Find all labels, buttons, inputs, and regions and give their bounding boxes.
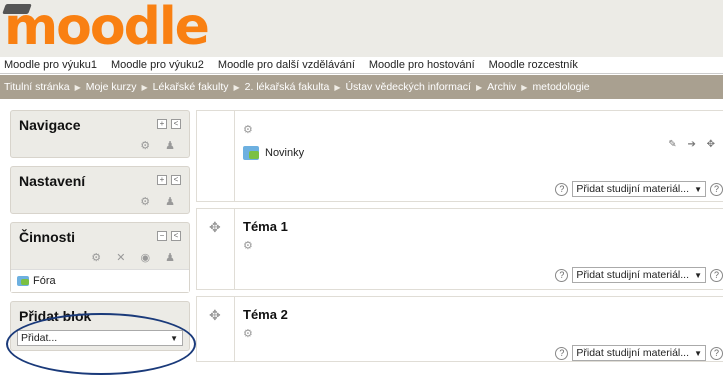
breadcrumb-item[interactable]: Archiv	[487, 81, 516, 93]
block-edit-icons[interactable]: ⚙ ✕ ◉ ♟	[11, 251, 189, 269]
activity-link-fora[interactable]: Fóra	[11, 269, 189, 292]
forum-icon	[243, 146, 259, 160]
block-nastaveni: Nastavení + < ⚙ ♟	[10, 166, 190, 214]
course-content: ⚙ Novinky ✎ ➔ ✥ ? Přidat studijní materi…	[196, 110, 723, 368]
dock-icon[interactable]: <	[171, 231, 181, 241]
section-2: ✥ Téma 2 ⚙ ? Přidat studijní materiál...…	[196, 296, 723, 362]
move-icon[interactable]: ✥	[209, 307, 221, 324]
dock-icon[interactable]: <	[171, 175, 181, 185]
section-gutter	[197, 111, 235, 201]
activity-label: Novinky	[265, 147, 305, 159]
expand-icon[interactable]: +	[157, 119, 167, 129]
menu-item[interactable]: Moodle rozcestník	[489, 59, 578, 71]
select-value: Přidat studijní materiál...	[576, 347, 689, 359]
dock-icon[interactable]: <	[171, 119, 181, 129]
section-title: Téma 2	[243, 307, 288, 322]
breadcrumb-separator-icon: ▶	[74, 82, 81, 92]
breadcrumb-item[interactable]: Titulní stránka	[4, 81, 70, 93]
add-resource-select[interactable]: Přidat studijní materiál... ▼	[572, 181, 706, 197]
chevron-down-icon: ▼	[694, 348, 702, 358]
breadcrumb-separator-icon: ▶	[334, 82, 341, 92]
forum-icon	[17, 276, 29, 286]
collapse-icon[interactable]: −	[157, 231, 167, 241]
breadcrumb-item[interactable]: Ústav vědeckých informací	[345, 81, 470, 93]
gear-icon[interactable]: ⚙	[243, 327, 253, 340]
section-gutter: ✥	[197, 297, 235, 361]
menu-item[interactable]: Moodle pro výuku1	[4, 59, 97, 71]
breadcrumb-item[interactable]: Moje kurzy	[86, 81, 137, 93]
add-resource-control: ? Přidat studijní materiál... ▼ ?	[555, 181, 723, 197]
breadcrumb-item[interactable]: Lékařské fakulty	[153, 81, 229, 93]
activity-novinky[interactable]: Novinky	[243, 146, 304, 160]
breadcrumb-separator-icon: ▶	[475, 82, 483, 92]
help-icon[interactable]: ?	[710, 182, 723, 196]
activity-label: Fóra	[33, 275, 56, 287]
breadcrumb-item[interactable]: metodologie	[532, 81, 589, 93]
section-1: ✥ Téma 1 ⚙ ? Přidat studijní materiál...…	[196, 208, 723, 290]
add-resource-control: ? Přidat studijní materiál... ▼ ?	[555, 267, 723, 283]
chevron-down-icon: ▼	[694, 270, 702, 280]
select-value: Přidat studijní materiál...	[576, 183, 689, 195]
menu-item[interactable]: Moodle pro hostování	[369, 59, 475, 71]
breadcrumb-separator-icon: ▶	[521, 82, 528, 92]
help-icon[interactable]: ?	[710, 346, 723, 360]
block-edit-icons[interactable]: ⚙ ♟	[11, 139, 189, 157]
gear-icon[interactable]: ⚙	[243, 123, 253, 136]
add-resource-select[interactable]: Přidat studijní materiál... ▼	[572, 345, 706, 361]
block-edit-icons[interactable]: ⚙ ♟	[11, 195, 189, 213]
breadcrumb-separator-icon: ▶	[233, 82, 240, 92]
breadcrumb-item[interactable]: 2. lékařská fakulta	[245, 81, 330, 93]
section-0: ⚙ Novinky ✎ ➔ ✥ ? Přidat studijní materi…	[196, 110, 723, 202]
section-title: Téma 1	[243, 219, 288, 234]
breadcrumb: Titulní stránka ▶ Moje kurzy ▶ Lékařské fa…	[0, 75, 723, 99]
add-resource-select[interactable]: Přidat studijní materiál... ▼	[572, 267, 706, 283]
custom-menu: Moodle pro výuku1 Moodle pro výuku2 Mood…	[0, 57, 723, 74]
add-resource-control: ? Přidat studijní materiál... ▼ ?	[555, 345, 723, 361]
chevron-down-icon: ▼	[694, 184, 702, 194]
help-icon[interactable]: ?	[710, 268, 723, 282]
block-navigace: Navigace + < ⚙ ♟	[10, 110, 190, 158]
help-icon[interactable]: ?	[555, 268, 569, 282]
page-header: moodle	[0, 0, 723, 57]
select-value: Přidat studijní materiál...	[576, 269, 689, 281]
block-cinnosti: Činnosti − < ⚙ ✕ ◉ ♟ Fóra	[10, 222, 190, 293]
breadcrumb-separator-icon: ▶	[141, 82, 148, 92]
highlight-ellipse	[6, 313, 196, 375]
gear-icon[interactable]: ⚙	[243, 239, 253, 252]
activity-edit-icons[interactable]: ✎ ➔ ✥	[668, 139, 719, 150]
moodle-logo[interactable]: moodle	[4, 0, 210, 56]
menu-item[interactable]: Moodle pro další vzdělávání	[218, 59, 355, 71]
help-icon[interactable]: ?	[555, 182, 569, 196]
help-icon[interactable]: ?	[555, 346, 569, 360]
move-icon[interactable]: ✥	[209, 219, 221, 236]
menu-item[interactable]: Moodle pro výuku2	[111, 59, 204, 71]
expand-icon[interactable]: +	[157, 175, 167, 185]
section-gutter: ✥	[197, 209, 235, 289]
